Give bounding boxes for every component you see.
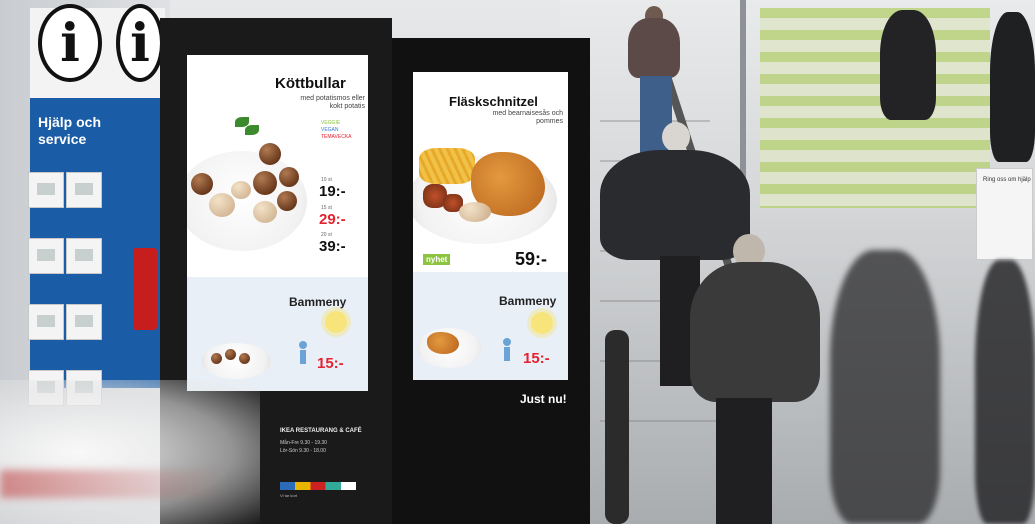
meatball — [191, 173, 213, 195]
new-badge: nyhet — [423, 254, 451, 265]
hours-line: Mån-Fre 9.30 - 19.30 — [280, 440, 327, 446]
price: 59:- — [515, 249, 548, 269]
dish-subtitle: med potatismos eller kokt potatis — [300, 95, 365, 110]
price: 19:- — [319, 183, 346, 200]
help-service-label: Hjälp och service — [38, 114, 102, 147]
sauce — [459, 202, 491, 222]
herb-garnish — [245, 125, 259, 135]
person-head — [662, 122, 690, 152]
fire-extinguisher — [133, 248, 157, 330]
brochure — [28, 304, 64, 340]
potato — [209, 193, 235, 217]
hours-title: IKEA RESTAURANG & CAFÉ — [280, 428, 362, 434]
payment-cards — [280, 482, 356, 490]
photo-scene: i i Hjälp och service Köttbullar med pot… — [0, 0, 1035, 524]
meatball — [225, 349, 236, 360]
menu-screen-right: Fläskschnitzel med bearnaisesås och pomm… — [413, 72, 568, 380]
person-coat — [880, 10, 936, 120]
potato — [231, 181, 251, 199]
person-coat — [600, 150, 750, 260]
meatball — [277, 191, 297, 211]
payment-caption: Vi tar kort — [280, 493, 298, 498]
dish-title: Fläskschnitzel — [449, 94, 538, 109]
kids-menu-label: Bammeny — [289, 295, 347, 309]
sun-icon — [531, 312, 553, 334]
kid-icon — [297, 341, 309, 371]
person-coat — [990, 12, 1035, 162]
person-coat — [975, 260, 1035, 524]
kids-menu-label: Bammeny — [499, 294, 557, 308]
info-icon: i — [116, 4, 164, 82]
hours-line: Lör-Sön 9.30 - 18.00 — [280, 448, 326, 454]
brochure — [66, 172, 102, 208]
meatball — [259, 143, 281, 165]
schnitzel — [427, 332, 459, 354]
foreground-blur-red — [0, 470, 230, 498]
foreground-blur — [0, 380, 260, 524]
price: 29:- — [319, 211, 346, 228]
dish-title: Köttbullar — [275, 75, 346, 92]
escalator-handrail — [605, 330, 629, 524]
brochure — [28, 172, 64, 208]
brochure — [66, 304, 102, 340]
kids-price: 15:- — [523, 350, 550, 367]
potato — [253, 201, 277, 223]
dish-subtitle: med bearnaisesås och pommes — [492, 110, 563, 125]
kid-icon — [501, 338, 513, 368]
sun-icon — [325, 311, 347, 333]
person-coat — [628, 18, 680, 78]
info-icon: i — [38, 4, 102, 82]
meatball — [211, 353, 222, 364]
person-legs — [716, 398, 772, 524]
meatball — [239, 353, 250, 364]
slogan: Just nu! — [520, 392, 567, 406]
wall-sign: Ring oss om hjälp — [976, 168, 1033, 260]
brochure — [66, 238, 102, 274]
green-stairs — [760, 8, 990, 208]
person-coat — [690, 262, 820, 402]
fries — [419, 148, 475, 184]
meatball — [279, 167, 299, 187]
meatball — [253, 171, 277, 195]
tag-label: TEMAVECKA — [321, 134, 352, 140]
wall-sign-text: Ring oss om hjälp — [983, 177, 1031, 183]
kids-price: 15:- — [317, 355, 344, 372]
person-coat — [830, 250, 940, 524]
menu-screen-left: Köttbullar med potatismos eller kokt pot… — [187, 55, 368, 391]
brochure — [28, 238, 64, 274]
price: 39:- — [319, 238, 346, 255]
